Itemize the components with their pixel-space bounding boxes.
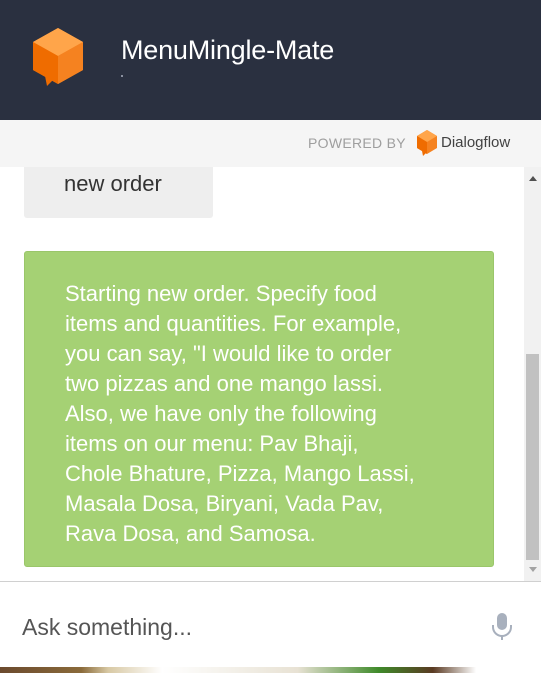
message-list: new order Starting new order. Specify fo… [0, 167, 524, 581]
dialogflow-logo-icon [417, 130, 437, 156]
agent-title: MenuMingle-Mate [121, 35, 335, 65]
user-message: new order [24, 167, 213, 218]
scroll-up-arrow-icon[interactable] [524, 167, 541, 191]
scroll-thumb[interactable] [526, 354, 539, 560]
input-bar [0, 581, 541, 667]
chat-widget: MenuMingle-Mate POWERED BY Dialogflow ne… [0, 0, 541, 673]
microphone-icon[interactable] [490, 612, 514, 642]
powered-by-brand: Dialogflow [441, 134, 511, 151]
bot-message: Starting new order. Specify food items a… [24, 251, 494, 567]
powered-by-label: POWERED BY [308, 135, 406, 151]
agent-subtitle [121, 75, 123, 77]
background-image-strip [0, 667, 541, 673]
chat-header: MenuMingle-Mate [0, 0, 541, 120]
bot-message-text: Starting new order. Specify food items a… [65, 281, 415, 546]
scroll-down-arrow-icon[interactable] [524, 560, 541, 581]
dialogflow-agent-icon [33, 28, 83, 86]
user-message-text: new order [64, 171, 162, 196]
message-input[interactable] [22, 610, 462, 644]
message-scrollbar[interactable] [524, 167, 541, 581]
